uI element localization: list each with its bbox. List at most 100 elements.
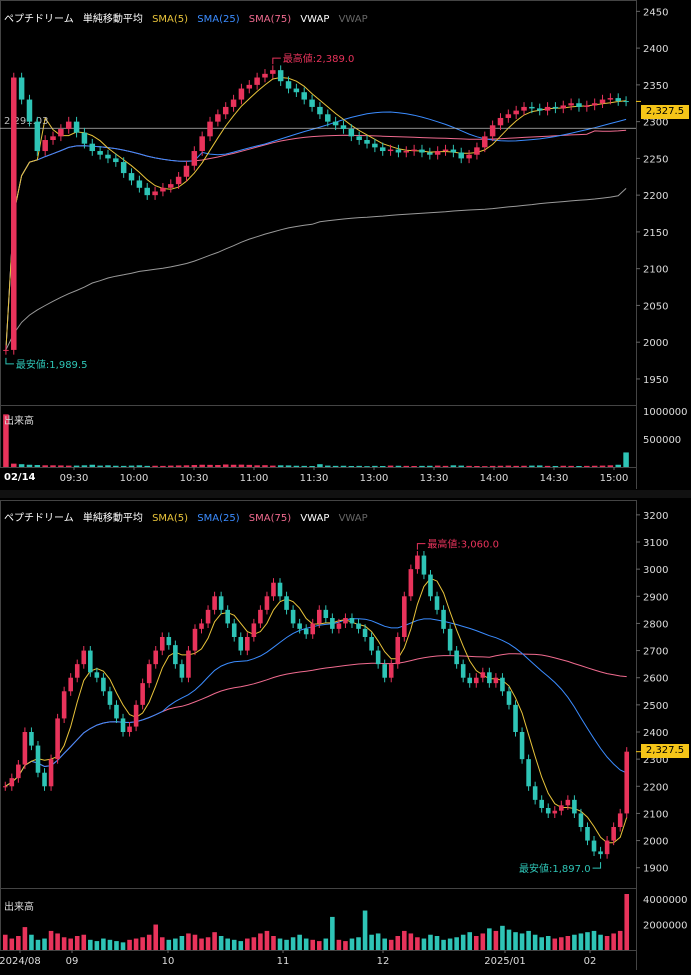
candle-body: [568, 103, 574, 106]
legend-sma75[interactable]: SMA(75): [249, 513, 291, 524]
volume-bar: [140, 937, 145, 950]
volume-bar: [336, 939, 342, 950]
legend-vwap[interactable]: VWAP: [300, 14, 329, 25]
volume-bar: [29, 934, 34, 950]
candle-body: [18, 77, 25, 100]
candle-body: [297, 623, 302, 629]
candle-body: [356, 136, 362, 141]
candle-body: [565, 799, 571, 806]
candle-body: [48, 759, 54, 787]
candle-body: [160, 187, 166, 192]
y-tick-label: 2400: [643, 728, 668, 739]
high-annotation-label: 最高値:2,389.0: [283, 52, 355, 65]
candle-body: [270, 70, 276, 74]
volume-bar: [146, 934, 152, 950]
candle-body: [2, 786, 8, 788]
volume-bar: [101, 938, 106, 950]
volume-bar: [419, 465, 425, 467]
candle-body: [521, 106, 527, 111]
candle-body: [11, 77, 17, 350]
volume-bar: [16, 936, 21, 950]
candle-body: [572, 799, 577, 814]
volume-bar: [230, 464, 237, 467]
volume-bar: [460, 934, 466, 950]
x-tick-label: 10: [162, 956, 175, 967]
candle-body: [22, 732, 28, 765]
candle-body: [536, 108, 543, 111]
volume-bar: [264, 930, 270, 950]
volume-bar: [2, 934, 8, 950]
candle-body: [544, 106, 551, 111]
volume-bar: [186, 933, 191, 950]
y-tick-label: 2450: [643, 7, 668, 18]
candle-body: [317, 106, 323, 115]
legend-vwap[interactable]: VWAP: [300, 513, 329, 524]
candle-body: [303, 628, 309, 635]
volume-bar: [454, 937, 459, 950]
legend-sma5[interactable]: SMA(5): [152, 14, 188, 25]
legend-sma5[interactable]: SMA(5): [152, 513, 188, 524]
volume-bar: [576, 465, 582, 467]
chart-canvas: 2450 2400 2350 2300 2250 2200 2150 2100 2050 2000…: [0, 0, 691, 970]
legend-vwap2[interactable]: VWAP: [339, 513, 368, 524]
volume-bar: [22, 927, 28, 950]
volume-bar: [474, 465, 480, 467]
candle-body: [81, 132, 88, 144]
candle-body: [576, 103, 582, 107]
legend-name: ペプチドリーム: [4, 513, 74, 524]
volume-bar: [293, 465, 300, 467]
legend-sma25[interactable]: SMA(25): [197, 14, 239, 25]
high-annotation-label: 最高値:3,060.0: [427, 538, 499, 551]
volume-bar: [18, 464, 25, 467]
volume-bar: [591, 930, 597, 950]
candle-body: [88, 650, 93, 673]
volume-bar: [153, 924, 159, 950]
x-tick-label: 11: [277, 956, 290, 967]
volume-bar: [611, 933, 616, 950]
volume-bar: [58, 465, 64, 467]
candle-body: [607, 98, 614, 100]
volume-bar: [290, 937, 296, 950]
legend-sma75[interactable]: SMA(75): [249, 14, 291, 25]
candle-body: [245, 637, 250, 651]
volume-bar: [362, 910, 368, 950]
volume-bar: [466, 465, 472, 467]
volume-bar: [317, 464, 323, 467]
volume-bar: [9, 938, 15, 950]
candle-body: [487, 672, 492, 684]
volume-bar: [340, 465, 347, 467]
volume-bar: [152, 465, 158, 467]
volume-bar: [231, 939, 237, 950]
candle-body: [519, 732, 525, 760]
candle-body: [349, 618, 355, 624]
candle-body: [146, 664, 152, 684]
volume-bar: [277, 465, 284, 467]
candle-body: [382, 664, 387, 678]
x-tick-label: 13:00: [360, 473, 389, 484]
y-tick-label: 2150: [643, 228, 668, 239]
candle-body: [55, 718, 60, 760]
volume-bar: [175, 465, 182, 467]
candle-body: [480, 672, 486, 678]
sma5-line: [5, 577, 628, 844]
candle-body: [623, 101, 629, 103]
candle-body: [264, 596, 270, 610]
candle-body: [215, 114, 221, 122]
volume-bar: [212, 932, 217, 950]
candle-body: [599, 99, 606, 104]
vwap-line: [5, 188, 627, 351]
volume-bar: [225, 938, 230, 950]
candle-body: [356, 623, 361, 629]
volume-bar: [473, 936, 479, 950]
legend-sma25[interactable]: SMA(25): [197, 513, 239, 524]
candle-body: [153, 650, 159, 665]
y-tick-label: 1900: [643, 864, 668, 875]
candle-body: [559, 805, 564, 811]
candle-body: [591, 103, 598, 106]
candle-body: [205, 609, 211, 624]
candle-body: [310, 623, 316, 635]
candle-body: [552, 810, 558, 814]
candle-body: [238, 88, 245, 100]
volume-bar: [127, 939, 132, 950]
legend-vwap2[interactable]: VWAP: [339, 14, 368, 25]
